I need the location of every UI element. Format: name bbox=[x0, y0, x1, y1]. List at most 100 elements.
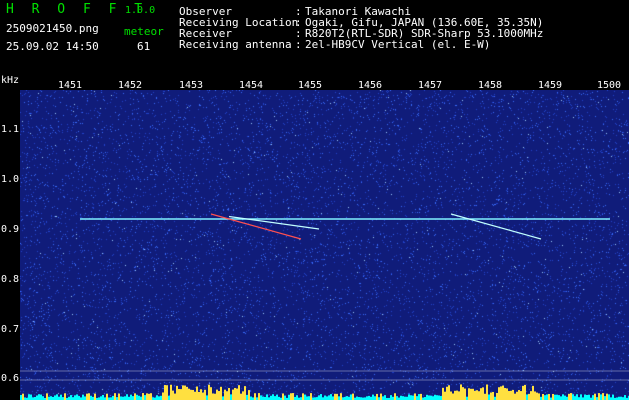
y-tick-label: 0.7 bbox=[1, 324, 20, 335]
signal-bar bbox=[450, 391, 452, 400]
signal-bar bbox=[302, 393, 304, 400]
antenna-value: 2el-HB9CV Vertical (el. E-W) bbox=[305, 38, 491, 51]
signal-bar bbox=[444, 391, 446, 400]
signal-bar bbox=[374, 396, 376, 400]
signal-bar bbox=[90, 395, 92, 400]
signal-bar bbox=[544, 395, 546, 400]
signal-bar bbox=[232, 389, 234, 400]
signal-bar bbox=[114, 393, 116, 400]
signal-bar bbox=[338, 396, 340, 400]
signal-bar bbox=[484, 393, 486, 400]
signal-bar bbox=[572, 394, 574, 400]
signal-bar bbox=[498, 387, 500, 400]
signal-bar bbox=[372, 394, 374, 400]
signal-bar bbox=[426, 394, 428, 400]
signal-bar bbox=[414, 393, 416, 400]
signal-bar bbox=[624, 395, 626, 400]
signal-bar bbox=[212, 393, 214, 400]
signal-bar bbox=[318, 395, 320, 400]
signal-bar bbox=[198, 391, 200, 400]
signal-bar bbox=[528, 393, 530, 400]
signal-bar bbox=[42, 396, 44, 400]
signal-bar bbox=[476, 390, 478, 400]
signal-bar bbox=[310, 393, 312, 400]
signal-bar bbox=[524, 384, 526, 400]
antenna-label: Receiving antenna bbox=[179, 38, 292, 51]
signal-bar bbox=[458, 391, 460, 400]
signal-bar bbox=[436, 395, 438, 400]
signal-bar bbox=[548, 393, 550, 400]
y-tick-label: 0.6 bbox=[1, 373, 20, 384]
signal-bar bbox=[156, 395, 158, 400]
signal-bar bbox=[170, 384, 172, 400]
signal-bar bbox=[50, 396, 52, 400]
signal-bar bbox=[580, 394, 582, 400]
signal-bar bbox=[174, 393, 176, 400]
signal-bar bbox=[340, 393, 342, 400]
signal-bar bbox=[94, 393, 96, 400]
signal-bar bbox=[418, 394, 420, 400]
signal-bar bbox=[594, 393, 596, 400]
signal-bar bbox=[592, 395, 594, 400]
signal-bar bbox=[454, 390, 456, 400]
signal-bar bbox=[126, 394, 128, 400]
signal-bar bbox=[124, 396, 126, 400]
signal-bar bbox=[260, 395, 262, 400]
signal-bar bbox=[352, 393, 354, 400]
signal-bar bbox=[82, 394, 84, 400]
signal-bar bbox=[330, 394, 332, 400]
signal-bar bbox=[464, 388, 466, 400]
signal-bar bbox=[148, 393, 150, 400]
filename: 2509021450.png bbox=[6, 22, 99, 35]
signal-bar bbox=[562, 394, 564, 400]
signal-bar bbox=[474, 390, 476, 400]
signal-bar bbox=[526, 394, 528, 400]
signal-bar bbox=[236, 388, 238, 400]
signal-bar bbox=[510, 390, 512, 400]
signal-bar bbox=[162, 392, 164, 400]
signal-bar bbox=[350, 394, 352, 400]
signal-bar bbox=[554, 394, 556, 400]
signal-bar bbox=[356, 396, 358, 400]
spectrogram-overlay bbox=[20, 213, 629, 400]
signal-bar bbox=[270, 395, 272, 400]
signal-bar bbox=[400, 395, 402, 400]
signal-bar bbox=[76, 394, 78, 400]
signal-bar bbox=[78, 396, 80, 400]
signal-bar bbox=[60, 394, 62, 400]
signal-bar bbox=[272, 394, 274, 400]
signal-bar bbox=[512, 389, 514, 400]
signal-bar bbox=[28, 394, 30, 400]
signal-bar bbox=[320, 394, 322, 400]
signal-bar bbox=[368, 395, 370, 400]
signal-bar bbox=[492, 391, 494, 400]
signal-bar bbox=[274, 396, 276, 400]
signal-bar bbox=[430, 395, 432, 400]
signal-bar bbox=[276, 394, 278, 400]
signal-bar bbox=[244, 386, 246, 400]
signal-bar bbox=[382, 396, 384, 400]
signal-bar bbox=[420, 393, 422, 400]
info-header: H R O F F T 1.0.0 2509021450.png meteor … bbox=[0, 0, 629, 72]
signal-bar bbox=[74, 395, 76, 400]
spectrogram bbox=[20, 90, 629, 400]
signal-bar bbox=[142, 393, 144, 400]
signal-bar bbox=[20, 395, 22, 400]
signal-bar bbox=[506, 388, 508, 400]
signal-bar bbox=[180, 389, 182, 400]
signal-bar bbox=[486, 384, 488, 400]
signal-bar bbox=[134, 393, 136, 400]
signal-bar bbox=[172, 390, 174, 400]
signal-bar bbox=[546, 394, 548, 400]
signal-bar bbox=[514, 393, 516, 400]
datetime: 25.09.02 14:50 bbox=[6, 40, 99, 53]
signal-bar bbox=[254, 393, 256, 400]
signal-bar bbox=[22, 393, 24, 400]
signal-bar bbox=[102, 394, 104, 400]
y-tick-label: 0.8 bbox=[1, 274, 20, 285]
signal-bar bbox=[222, 396, 224, 400]
signal-bar bbox=[410, 395, 412, 400]
signal-bar bbox=[158, 396, 160, 400]
signal-bar bbox=[448, 385, 450, 400]
meteor-echoes bbox=[210, 213, 542, 240]
